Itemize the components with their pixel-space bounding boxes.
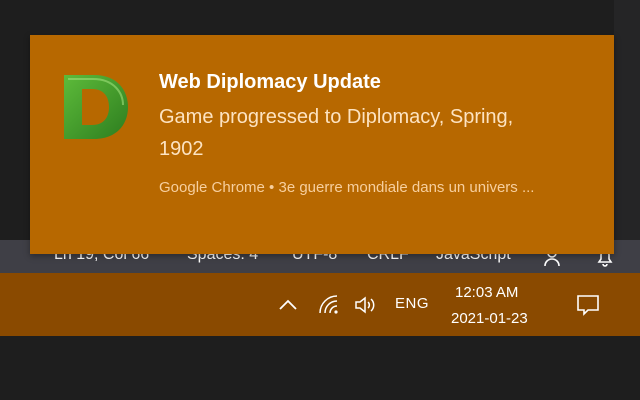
chevron-up-icon[interactable]: [276, 293, 300, 317]
notification-title: Web Diplomacy Update: [159, 71, 381, 93]
clock-date[interactable]: 2021-01-23: [451, 310, 551, 327]
speaker-icon[interactable]: [353, 293, 377, 317]
input-language[interactable]: ENG: [395, 295, 429, 312]
diplomacy-d-logo-icon: [64, 75, 128, 139]
clock-time[interactable]: 12:03 AM: [455, 284, 545, 301]
taskbar: ENG 12:03 AM 2021-01-23: [0, 273, 640, 336]
toast-notification[interactable]: Web Diplomacy Update Game progressed to …: [30, 35, 614, 254]
wifi-icon[interactable]: [317, 293, 341, 317]
desktop-area: [0, 336, 640, 400]
action-center-icon[interactable]: [576, 293, 600, 317]
notification-body: Game progressed to Diplomacy, Spring, 19…: [159, 106, 514, 160]
editor-scroll-gutter: [614, 0, 640, 240]
notification-source: Google Chrome • 3e guerre mondiale dans …: [159, 179, 535, 196]
